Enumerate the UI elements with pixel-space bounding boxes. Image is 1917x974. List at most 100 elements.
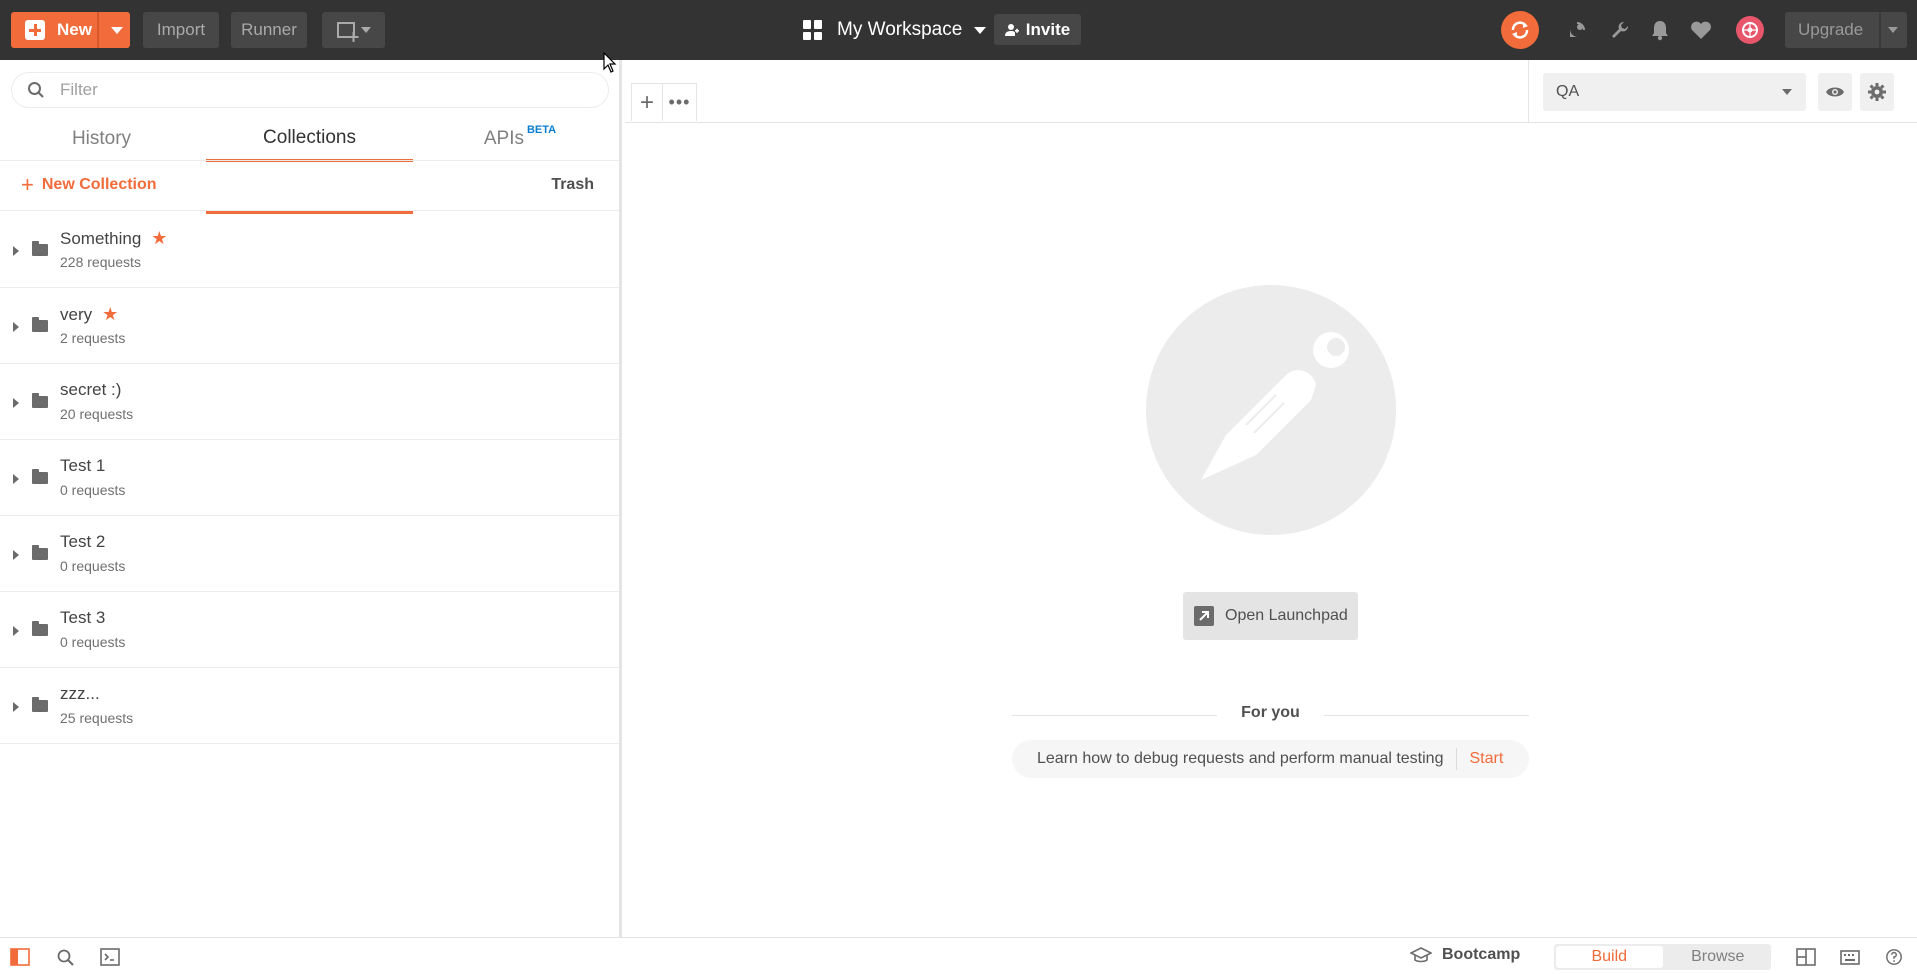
collection-name: Test 1 bbox=[60, 456, 106, 475]
collection-name: Test 3 bbox=[60, 608, 106, 627]
chevron-down-icon[interactable] bbox=[111, 27, 123, 34]
chevron-right-icon[interactable] bbox=[13, 550, 19, 560]
open-new-window-button[interactable] bbox=[322, 12, 385, 48]
invite-button-label: Invite bbox=[1025, 19, 1071, 39]
chevron-down-icon[interactable] bbox=[1888, 27, 1898, 33]
collection-item[interactable]: secret :) 20 requests bbox=[0, 364, 619, 440]
wrench-icon[interactable] bbox=[1606, 16, 1634, 44]
runner-button[interactable]: Runner bbox=[231, 12, 307, 48]
toggle-sidebar-icon[interactable] bbox=[10, 948, 30, 966]
build-mode-button[interactable]: Build bbox=[1556, 946, 1663, 968]
folder-icon bbox=[32, 241, 48, 256]
import-button[interactable]: Import bbox=[143, 12, 219, 48]
learning-suggestion-text: Learn how to debug requests and perform … bbox=[1037, 750, 1444, 767]
divider bbox=[1456, 748, 1458, 770]
folder-icon bbox=[32, 545, 48, 560]
status-bar: Bootcamp Build Browse bbox=[0, 937, 1917, 974]
browse-mode-button[interactable]: Browse bbox=[1665, 944, 1772, 970]
collection-list: Something ★ 228 requests very ★ 2 reques… bbox=[0, 212, 619, 744]
new-button[interactable]: New bbox=[11, 12, 130, 48]
chevron-right-icon[interactable] bbox=[13, 702, 19, 712]
manage-environments-button[interactable] bbox=[1860, 73, 1894, 111]
new-window-icon bbox=[336, 22, 355, 38]
collection-count: 0 requests bbox=[60, 634, 126, 650]
collection-item[interactable]: zzz... 25 requests bbox=[0, 668, 619, 744]
collection-count: 0 requests bbox=[60, 482, 126, 498]
workspace-grid-icon bbox=[803, 20, 823, 40]
collection-actions: + New Collection Trash bbox=[0, 160, 619, 211]
postman-logo bbox=[1146, 285, 1396, 535]
more-tabs-icon[interactable]: ••• bbox=[663, 83, 697, 121]
external-link-icon bbox=[1194, 606, 1214, 626]
chevron-right-icon[interactable] bbox=[13, 322, 19, 332]
collection-item[interactable]: Test 1 0 requests bbox=[0, 440, 619, 516]
collection-item[interactable]: Test 2 0 requests bbox=[0, 516, 619, 592]
filter-input[interactable] bbox=[60, 80, 580, 100]
gear-icon bbox=[1868, 83, 1886, 101]
folder-icon bbox=[32, 697, 48, 712]
workspace-switcher[interactable]: My Workspace bbox=[803, 14, 987, 46]
heart-icon[interactable] bbox=[1687, 16, 1715, 44]
collection-count: 0 requests bbox=[60, 558, 126, 574]
sync-icon[interactable] bbox=[1501, 11, 1539, 49]
console-icon[interactable] bbox=[100, 948, 120, 966]
folder-icon bbox=[32, 469, 48, 484]
avatar-icon[interactable] bbox=[1736, 16, 1764, 44]
upgrade-button-label: Upgrade bbox=[1798, 20, 1864, 39]
environment-panel: QA bbox=[1528, 60, 1917, 123]
build-browse-toggle: Build Browse bbox=[1554, 944, 1771, 970]
collection-count: 25 requests bbox=[60, 710, 134, 726]
environment-select[interactable]: QA bbox=[1543, 73, 1806, 111]
tab-apis-label: APIs bbox=[483, 128, 524, 149]
trash-button[interactable]: Trash bbox=[551, 176, 594, 194]
chevron-right-icon[interactable] bbox=[13, 474, 19, 484]
top-toolbar: New Import Runner My Workspace Invite Up… bbox=[0, 0, 1917, 60]
tab-history[interactable]: History bbox=[20, 116, 183, 162]
chevron-right-icon[interactable] bbox=[13, 398, 19, 408]
bootcamp-button[interactable]: Bootcamp bbox=[1410, 946, 1520, 964]
upgrade-button[interactable]: Upgrade bbox=[1785, 12, 1907, 48]
filter-field[interactable] bbox=[11, 72, 609, 108]
chevron-right-icon[interactable] bbox=[13, 626, 19, 636]
star-icon[interactable]: ★ bbox=[151, 228, 167, 249]
collection-name: zzz... bbox=[60, 684, 100, 703]
environment-quick-look-button[interactable] bbox=[1818, 73, 1852, 111]
help-icon[interactable] bbox=[1884, 948, 1904, 966]
star-icon[interactable]: ★ bbox=[102, 304, 118, 325]
chevron-down-icon bbox=[1782, 89, 1792, 95]
plus-icon bbox=[25, 20, 45, 40]
for-you-section: For you bbox=[1012, 704, 1529, 726]
start-link[interactable]: Start bbox=[1469, 750, 1503, 768]
collection-count: 2 requests bbox=[60, 330, 126, 346]
beta-badge: BETA bbox=[526, 124, 557, 136]
open-launchpad-button[interactable]: Open Launchpad bbox=[1183, 592, 1358, 640]
upgrade-button-divider bbox=[1879, 12, 1881, 48]
tab-apis[interactable]: APIs BETA bbox=[430, 116, 610, 162]
new-collection-button[interactable]: + New Collection bbox=[21, 174, 157, 196]
collection-item[interactable]: very ★ 2 requests bbox=[0, 288, 619, 364]
chevron-right-icon[interactable] bbox=[13, 246, 19, 256]
environment-value: QA bbox=[1556, 83, 1580, 100]
add-person-icon bbox=[1004, 23, 1019, 36]
rocket-icon bbox=[1201, 332, 1349, 480]
tab-collections[interactable]: Collections bbox=[206, 116, 413, 162]
chevron-down-icon bbox=[974, 26, 987, 34]
collection-count: 20 requests bbox=[60, 406, 134, 422]
collection-item[interactable]: Test 3 0 requests bbox=[0, 592, 619, 668]
collection-name: Test 2 bbox=[60, 532, 106, 551]
bell-icon[interactable] bbox=[1646, 16, 1674, 44]
chevron-down-icon bbox=[360, 27, 371, 33]
sync-arrows-icon bbox=[1511, 21, 1529, 39]
workspace-name: My Workspace bbox=[837, 19, 963, 40]
keyboard-shortcuts-icon[interactable] bbox=[1840, 948, 1860, 966]
invite-button[interactable]: Invite bbox=[994, 14, 1081, 45]
graduation-cap-icon bbox=[1410, 947, 1432, 963]
two-pane-view-icon[interactable] bbox=[1796, 948, 1816, 966]
find-replace-icon[interactable] bbox=[56, 948, 76, 966]
satellite-icon[interactable] bbox=[1563, 16, 1591, 44]
collection-item[interactable]: Something ★ 228 requests bbox=[0, 212, 619, 288]
new-tab-button[interactable]: + bbox=[631, 83, 663, 121]
learning-suggestion-card: Learn how to debug requests and perform … bbox=[1012, 740, 1529, 778]
collection-name: secret :) bbox=[60, 380, 122, 399]
bootcamp-label: Bootcamp bbox=[1442, 946, 1521, 963]
